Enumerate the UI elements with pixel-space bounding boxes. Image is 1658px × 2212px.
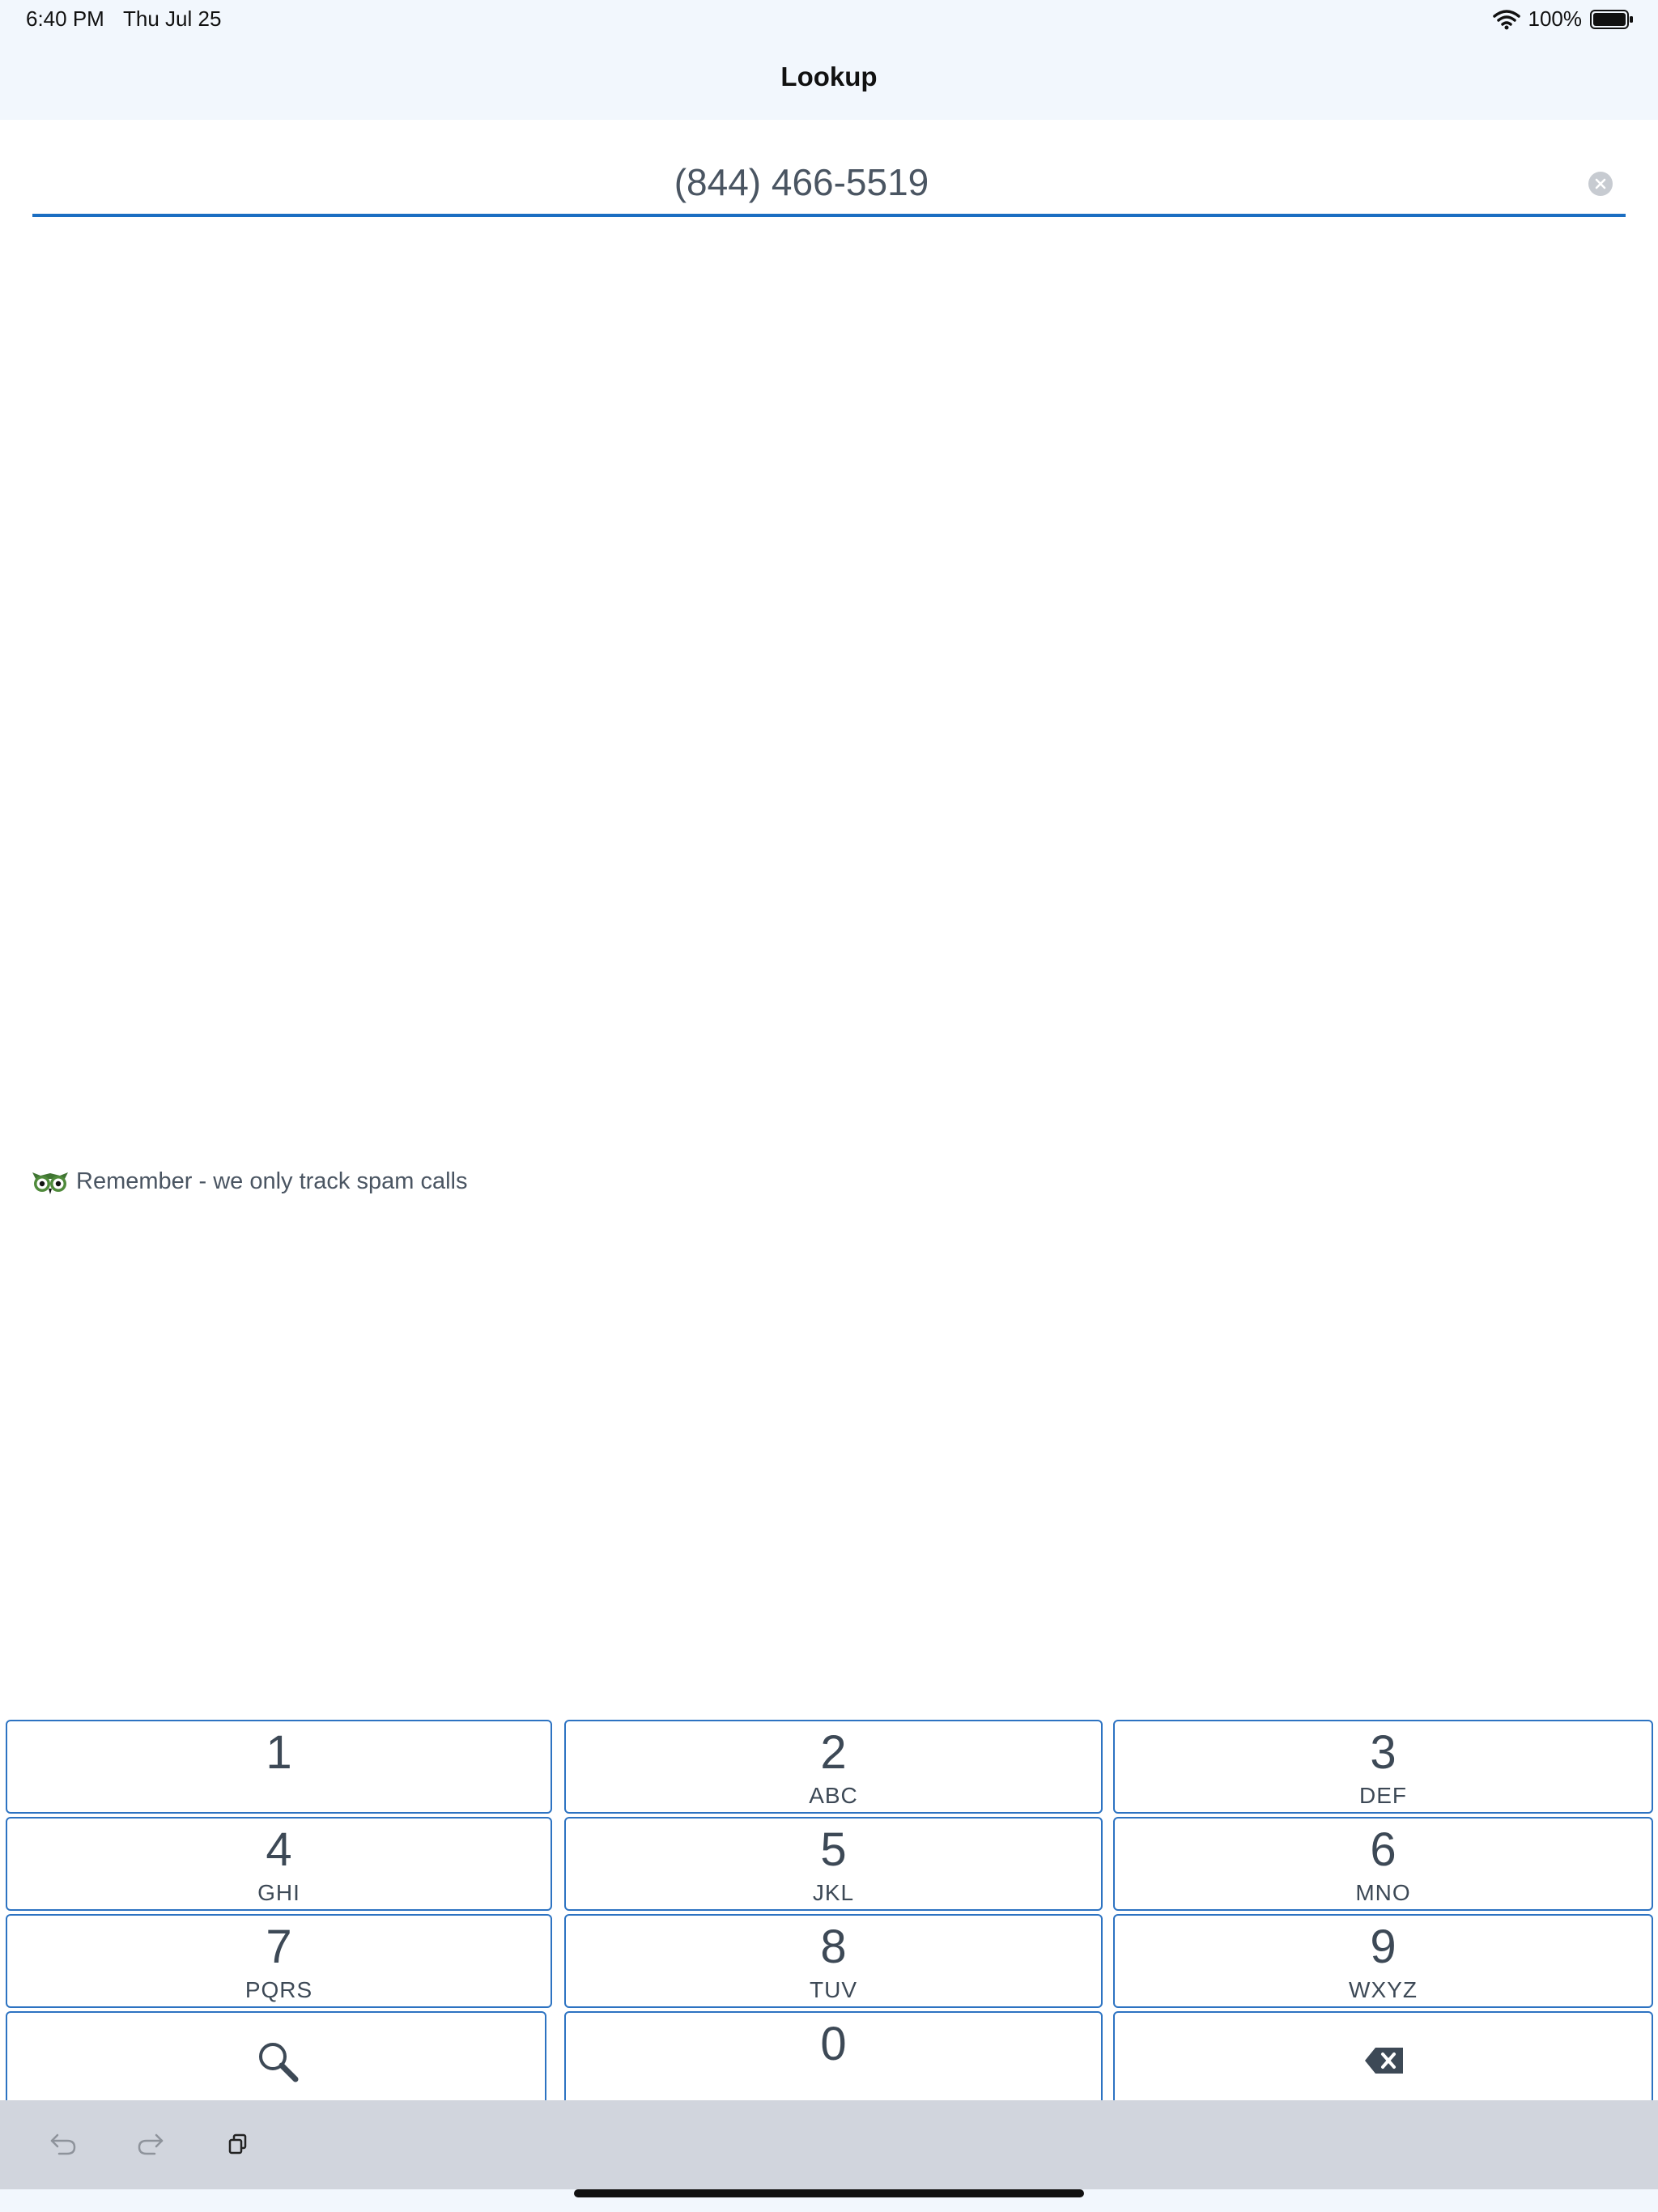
redo-button[interactable] xyxy=(126,2120,175,2168)
battery-icon xyxy=(1590,9,1633,29)
key-digit: 2 xyxy=(820,1726,847,1779)
phone-number-field[interactable] xyxy=(32,154,1626,217)
home-indicator[interactable] xyxy=(574,2189,1084,2197)
keyboard-toolbar xyxy=(0,2100,1658,2189)
paste-icon xyxy=(228,2133,247,2155)
key-0[interactable]: 0 xyxy=(564,2011,1103,2105)
clear-icon xyxy=(1595,178,1606,189)
redo-icon xyxy=(138,2133,164,2155)
status-date: Thu Jul 25 xyxy=(123,6,222,31)
key-9[interactable]: 9 WXYZ xyxy=(1113,1914,1653,2008)
key-digit: 0 xyxy=(820,2018,847,2070)
key-letters: MNO xyxy=(1355,1880,1411,1905)
clear-button[interactable] xyxy=(1588,172,1613,196)
status-indicators: 100% xyxy=(1492,6,1635,32)
wifi-icon xyxy=(1492,9,1520,29)
key-digit: 3 xyxy=(1370,1726,1397,1779)
key-letters: WXYZ xyxy=(1349,1977,1418,2002)
key-letters: TUV xyxy=(810,1977,857,2002)
key-5[interactable]: 5 JKL xyxy=(564,1817,1103,1911)
key-letters: ABC xyxy=(809,1783,858,1808)
delete-button[interactable] xyxy=(1113,2011,1653,2105)
search-button[interactable] xyxy=(6,2011,546,2105)
key-letters: DEF xyxy=(1359,1783,1407,1808)
key-digit: 9 xyxy=(1370,1921,1397,1973)
status-bar: 6:40 PM Thu Jul 25 100% xyxy=(0,0,1658,39)
paste-button[interactable] xyxy=(214,2120,262,2168)
battery-percent: 100% xyxy=(1528,6,1583,31)
phone-number-input[interactable] xyxy=(32,154,1571,211)
navigation-bar: Lookup xyxy=(0,39,1658,120)
reminder-note: Remember - we only track spam calls xyxy=(31,1168,467,1195)
key-digit: 1 xyxy=(266,1726,292,1779)
backspace-icon xyxy=(1365,2048,1403,2074)
page-title: Lookup xyxy=(780,62,878,91)
key-letters: GHI xyxy=(257,1880,300,1905)
key-4[interactable]: 4 GHI xyxy=(6,1817,552,1911)
owl-icon xyxy=(32,1172,68,1194)
key-digit: 6 xyxy=(1370,1823,1397,1876)
key-7[interactable]: 7 PQRS xyxy=(6,1914,552,2008)
undo-icon xyxy=(50,2133,76,2155)
key-1[interactable]: 1 xyxy=(6,1720,552,1814)
key-digit: 7 xyxy=(266,1921,292,1973)
key-digit: 5 xyxy=(820,1823,847,1876)
reminder-text: Remember - we only track spam calls xyxy=(76,1168,468,1194)
key-6[interactable]: 6 MNO xyxy=(1113,1817,1653,1911)
key-8[interactable]: 8 TUV xyxy=(564,1914,1103,2008)
key-digit: 8 xyxy=(820,1921,847,1973)
key-3[interactable]: 3 DEF xyxy=(1113,1720,1653,1814)
search-icon xyxy=(259,2043,299,2082)
status-time: 6:40 PM xyxy=(26,6,104,31)
key-digit: 4 xyxy=(266,1823,292,1876)
key-2[interactable]: 2 ABC xyxy=(564,1720,1103,1814)
undo-button[interactable] xyxy=(39,2120,87,2168)
key-letters: JKL xyxy=(812,1880,855,1905)
key-letters: PQRS xyxy=(244,1977,313,2002)
